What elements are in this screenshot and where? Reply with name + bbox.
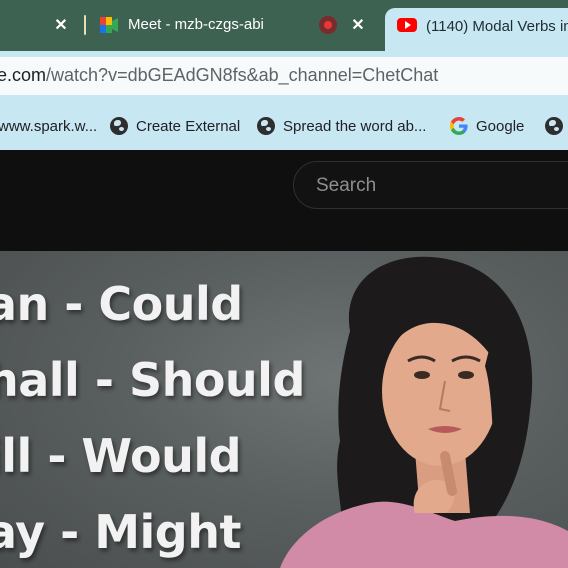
address-bar[interactable]: e.com/watch?v=dbGEAdGN8fs&ab_channel=Che… <box>0 57 568 95</box>
globe-icon <box>257 117 275 135</box>
tab-label: (1140) Modal Verbs in <box>426 18 568 35</box>
video-text-line: hall - Should <box>0 353 305 407</box>
close-tab-icon[interactable]: ✕ <box>348 15 368 35</box>
globe-icon <box>545 117 563 135</box>
url-path: /watch?v=dbGEAdGN8fs&ab_channel=ChetChat <box>46 65 439 85</box>
globe-icon <box>110 117 128 135</box>
bookmark-label: Spread the word ab... <box>283 117 427 135</box>
bookmark-label: Google <box>476 117 525 135</box>
bookmarks-bar: www.spark.w... Create External Spread th… <box>0 101 568 150</box>
search-input[interactable] <box>314 162 568 210</box>
tab-separator <box>84 15 86 35</box>
bookmark-label: Create External <box>136 117 241 135</box>
bookmark-spread-the-word[interactable]: Spread the word ab... <box>257 116 426 136</box>
video-text-line: ay - Might <box>0 505 241 559</box>
video-text-line: ill - Would <box>0 429 242 483</box>
google-meet-icon <box>100 17 118 33</box>
toolbar: e.com/watch?v=dbGEAdGN8fs&ab_channel=Che… <box>0 51 568 101</box>
url-host: e.com <box>0 65 47 85</box>
youtube-header <box>0 150 568 251</box>
recording-icon <box>319 16 337 34</box>
youtube-icon <box>397 18 417 32</box>
bookmark-more[interactable] <box>545 116 568 136</box>
url-text: e.com/watch?v=dbGEAdGN8fs&ab_channel=Che… <box>0 65 438 86</box>
bookmark-spark[interactable]: www.spark.w... <box>0 116 97 136</box>
close-tab-icon[interactable]: ✕ <box>51 15 71 35</box>
search-box[interactable] <box>293 161 568 210</box>
tab-youtube-active[interactable]: (1140) Modal Verbs in <box>385 8 568 51</box>
bookmark-create-external[interactable]: Create External <box>110 116 240 136</box>
video-player[interactable]: an - Could hall - Should ill - Would ay … <box>0 251 568 568</box>
video-text-line: an - Could <box>0 277 243 331</box>
google-icon <box>450 117 468 135</box>
presenter-image <box>280 256 568 568</box>
bookmark-google[interactable]: Google <box>450 116 524 136</box>
bookmark-label: www.spark.w... <box>0 117 98 135</box>
tab-strip: ✕ Meet - mzb-czgs-abi ✕ (1140) Modal Ver… <box>0 0 568 51</box>
tab-label: Meet - mzb-czgs-abi <box>128 16 264 33</box>
